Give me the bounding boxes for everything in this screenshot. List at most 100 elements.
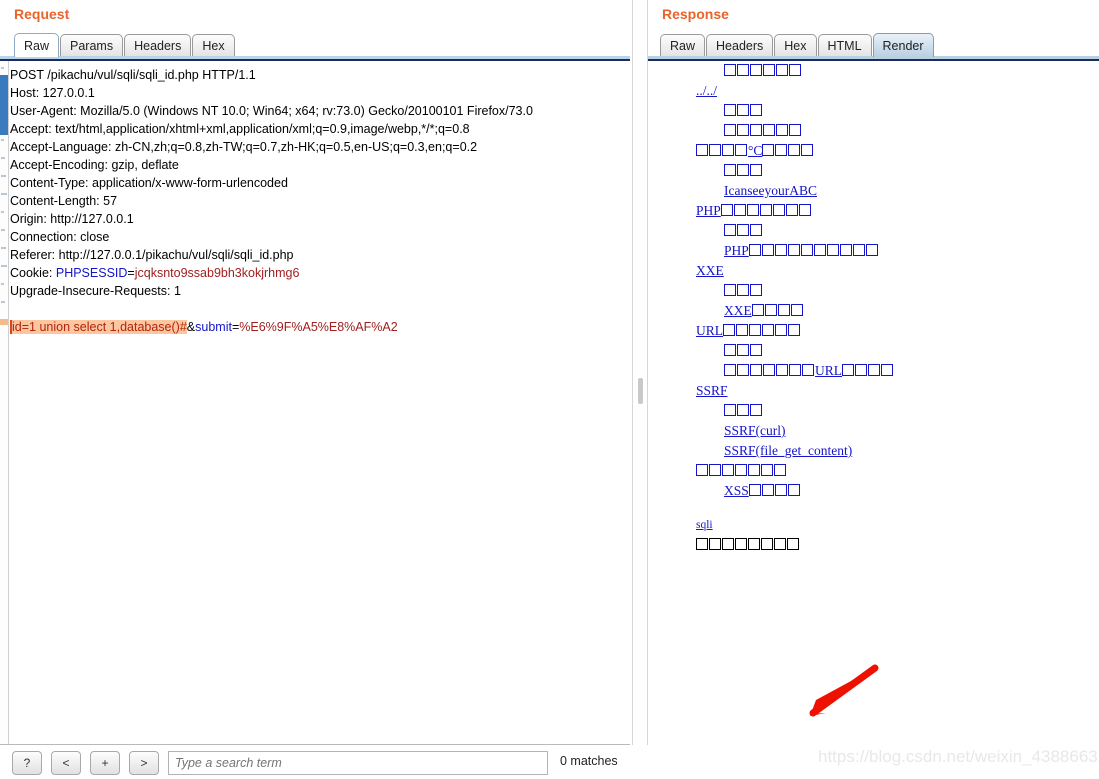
missing-glyph-box [724,344,736,356]
missing-glyph-box [737,404,749,416]
request-tab-params[interactable]: Params [60,34,124,57]
nav-link[interactable]: °C [696,143,814,158]
nav-list-item[interactable]: XSS [648,481,1099,501]
missing-glyph-box [761,244,774,256]
request-header-line: Accept-Encoding: gzip, deflate [10,158,179,172]
nav-link[interactable] [696,463,787,478]
nav-link[interactable] [724,403,763,418]
search-help-button[interactable]: ? [12,751,42,775]
nav-link[interactable] [724,163,763,178]
nav-list-item[interactable] [648,461,1099,481]
nav-list-item[interactable]: SSRF [648,381,1099,401]
nav-list-item[interactable]: °C [648,141,1099,161]
nav-link[interactable]: ../../ [696,83,717,98]
request-tab-hex[interactable]: Hex [192,34,235,57]
request-panel-title: Request [14,6,70,22]
nav-list-item[interactable] [648,281,1099,301]
missing-glyph-box [750,124,762,136]
nav-list-item[interactable]: URL [648,321,1099,341]
nav-list-item[interactable]: PHP [648,241,1099,261]
request-header-line: Upgrade-Insecure-Requests: 1 [10,284,181,298]
nav-list-item[interactable]: PHP [648,201,1099,221]
request-minimap-gutter[interactable] [0,61,9,744]
missing-glyph-box [750,344,762,356]
nav-list-item[interactable]: SSRF(file_get_content) [648,441,1099,461]
splitter-grip[interactable] [638,378,643,404]
missing-glyph-box [724,124,736,136]
match-count-label: 0 matches [560,754,618,768]
missing-glyph-box [775,144,788,156]
nav-list-item[interactable] [648,101,1099,121]
response-tab-render[interactable]: Render [872,33,934,57]
response-tab-html[interactable]: HTML [817,34,872,57]
request-tab-raw[interactable]: Raw [14,33,60,57]
missing-glyph-box [733,204,746,216]
missing-glyph-box [709,538,721,550]
missing-glyph-box [735,144,747,156]
response-tab-raw[interactable]: Raw [660,34,706,57]
nav-link[interactable]: SSRF(file_get_content) [724,443,852,458]
nav-link[interactable]: XXE [696,263,724,278]
missing-glyph-box [789,124,801,136]
missing-glyph-box [735,538,747,550]
missing-glyph-box [737,164,749,176]
nav-list-item[interactable] [648,401,1099,421]
burp-suite-window: Request Raw Params Headers Hex POST /pikach… [0,0,1099,779]
nav-list-item[interactable] [648,341,1099,361]
missing-glyph-box [724,104,736,116]
nav-list-item[interactable]: XXE [648,261,1099,281]
nav-list-item[interactable]: SSRF(curl) [648,421,1099,441]
missing-glyph-box [852,244,865,256]
request-header-line: Referer: http://127.0.0.1/pikachu/vul/sq… [10,248,294,262]
nav-link[interactable]: URL [724,363,894,378]
nav-link[interactable] [724,63,802,78]
missing-glyph-box [722,144,734,156]
nav-list-item[interactable] [648,161,1099,181]
nav-link[interactable] [724,123,802,138]
nav-list-item[interactable] [648,221,1099,241]
missing-glyph-box [763,124,775,136]
search-prev-button[interactable]: < [51,751,81,775]
nav-link[interactable] [724,103,763,118]
response-render-view[interactable]: ../../°C IcanseeyourABC PHP PHP XXE XXE URL URL… [648,59,1099,779]
nav-list-item[interactable]: IcanseeyourABC [648,181,1099,201]
nav-list-item[interactable]: XXE [648,301,1099,321]
nav-link[interactable] [724,283,763,298]
missing-glyph-box [763,64,775,76]
request-tab-headers[interactable]: Headers [124,34,192,57]
missing-glyph-box [798,204,811,216]
response-tab-headers[interactable]: Headers [706,34,774,57]
panel-splitter[interactable] [632,0,648,745]
missing-glyph-box [764,304,777,316]
nav-link[interactable] [724,223,763,238]
nav-list-item[interactable] [648,121,1099,141]
response-tab-hex[interactable]: Hex [774,34,817,57]
nav-link[interactable]: PHP [696,203,812,218]
nav-link[interactable]: XSS [724,483,801,498]
nav-link[interactable]: SSRF(curl) [724,423,786,438]
nav-link[interactable] [724,343,763,358]
nav-list-item[interactable]: ../../ [648,81,1099,101]
nav-list-item[interactable] [648,61,1099,81]
search-next-button[interactable]: > [129,751,159,775]
missing-glyph-box [785,204,798,216]
request-cookie-line: Cookie: PHPSESSID=jcqksnto9ssab9bh3kokjr… [10,266,300,280]
nav-link[interactable]: URL [696,323,801,338]
request-header-line: Content-Type: application/x-www-form-url… [10,176,288,190]
search-input[interactable] [168,751,548,775]
nav-link[interactable]: PHP [724,243,879,258]
missing-glyph-box [789,364,801,376]
missing-glyph-box [748,464,760,476]
search-add-button[interactable]: + [90,751,120,775]
nav-link[interactable]: XXE [724,303,804,318]
nav-link[interactable]: IcanseeyourABC [724,183,817,198]
response-panel-title: Response [662,6,729,22]
missing-glyph-box [868,364,880,376]
request-raw-editor[interactable]: POST /pikachu/vul/sqli/sqli_id.php HTTP/… [0,59,630,745]
nav-list-item[interactable]: sqli [648,515,1099,535]
nav-list-item[interactable]: URL [648,361,1099,381]
request-header-line: Accept: text/html,application/xhtml+xml,… [10,122,470,136]
nav-link[interactable]: sqli [696,519,713,531]
nav-link[interactable]: SSRF [696,383,728,398]
missing-glyph-box [789,64,801,76]
